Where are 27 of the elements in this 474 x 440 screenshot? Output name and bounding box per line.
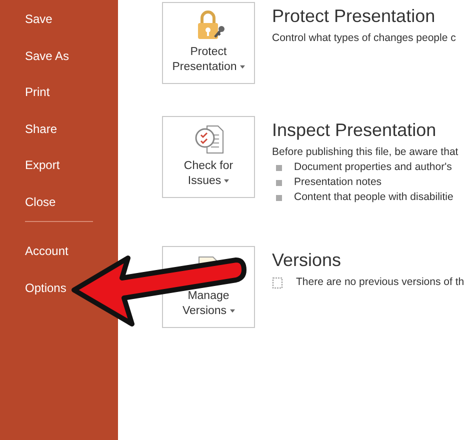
bullet-icon [276,194,282,200]
checklist-document-icon [192,123,224,155]
dropdown-button[interactable]: Check for Issues [162,116,255,198]
section-description: Before publishing this file, be aware that [272,145,458,160]
dropdown-button[interactable]: Protect Presentation [162,2,255,84]
menu-item[interactable]: Save [25,10,52,28]
document-icon [272,276,284,288]
menu-item[interactable]: Close [25,192,56,210]
menu-item[interactable]: Share [25,120,58,138]
section-title: Protect Presentation [272,6,436,27]
menu-item[interactable]: Print [25,83,50,101]
caret-icon [230,308,235,313]
bullet-icon [276,164,282,170]
menu-item[interactable]: Save As [25,46,70,64]
section-description: Control what types of changes people c [272,31,456,46]
bullet-text: Document properties and author's [294,160,452,175]
section-title: Versions [272,250,342,271]
note-text: There are no previous versions of th [296,275,464,290]
bullet-text: Presentation notes [294,175,382,190]
caret-icon [240,64,245,69]
bullet-icon [276,180,282,186]
bullet-text: Content that people with disabilitie [294,190,454,205]
menu-item[interactable]: Account [25,242,68,260]
caret-icon [224,178,230,183]
menu-item[interactable]: Export [25,156,60,174]
section-title: Inspect Presentation [272,120,438,141]
menu-item[interactable]: Options [25,278,66,296]
